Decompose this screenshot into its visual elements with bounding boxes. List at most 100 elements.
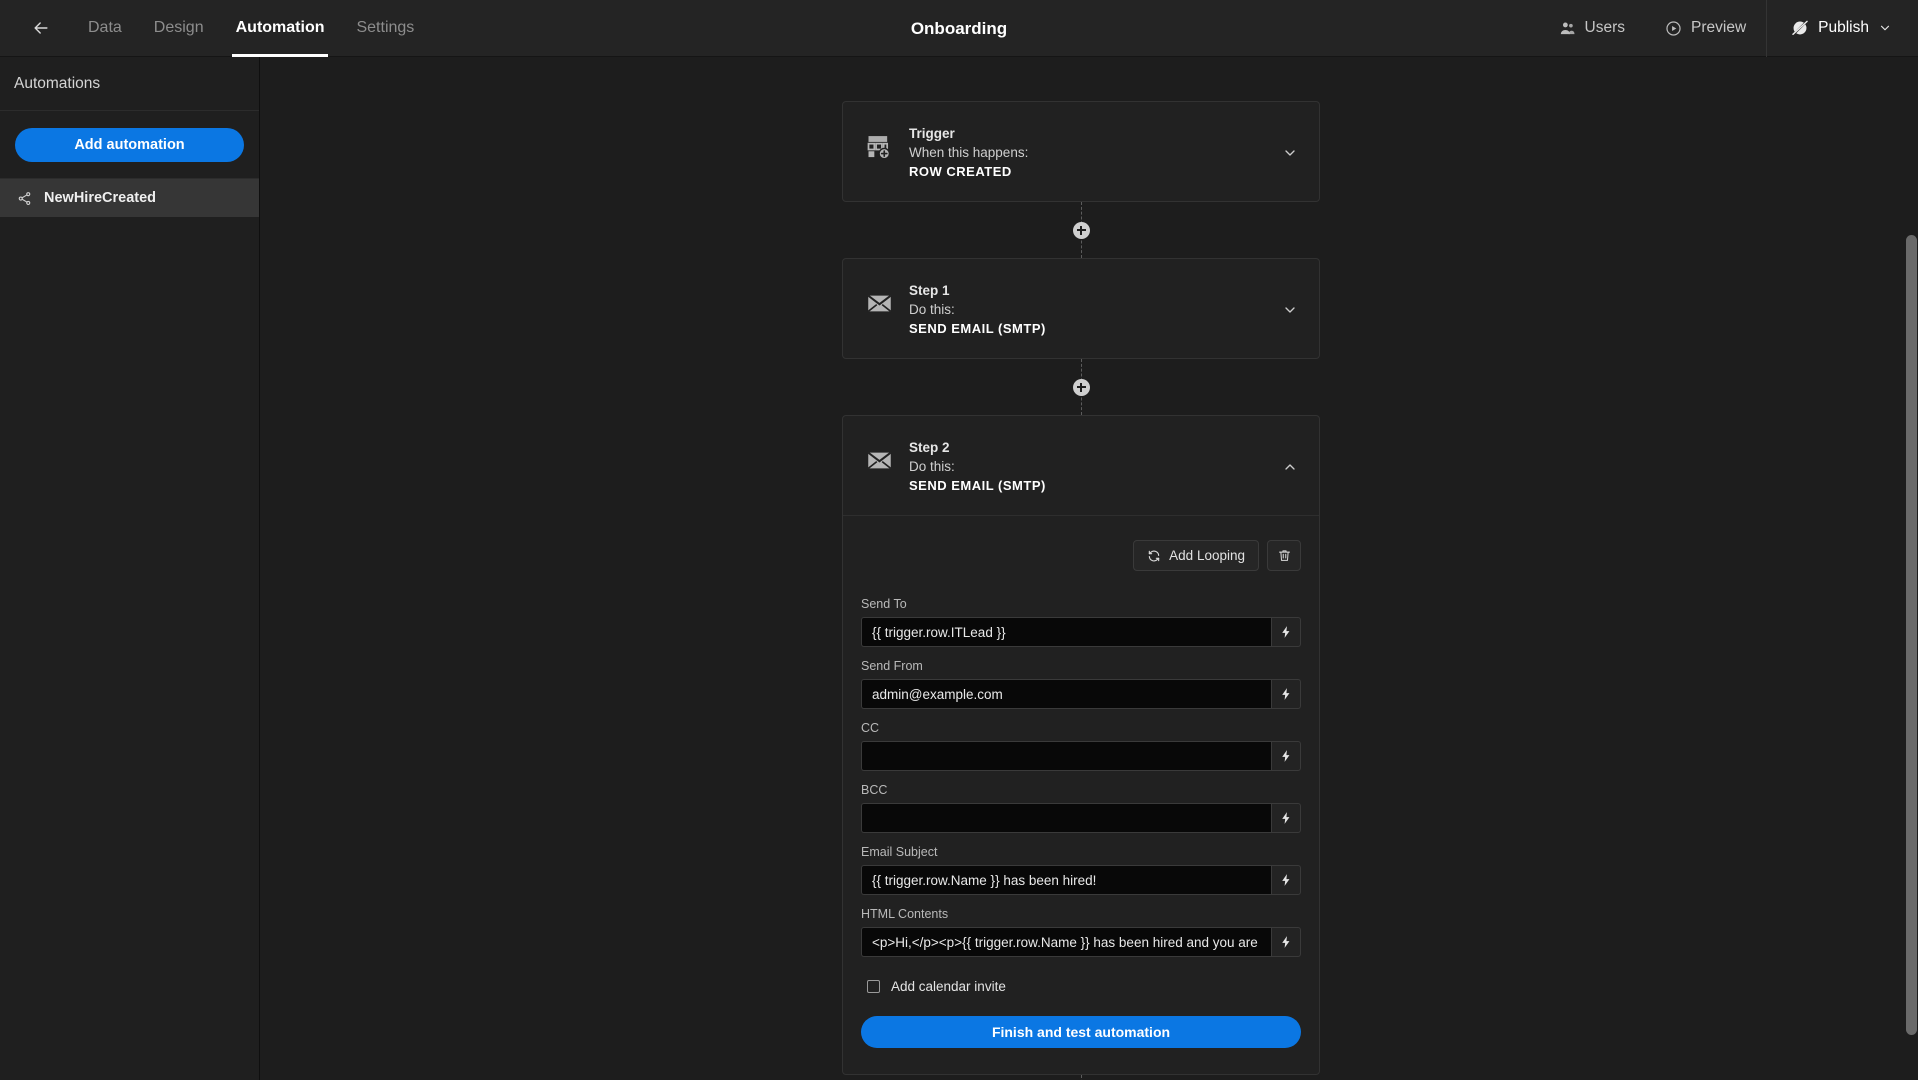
email-subject-input[interactable] (861, 865, 1271, 895)
field-send-to-label: Send To (861, 597, 907, 611)
tab-data[interactable]: Data (72, 0, 138, 57)
step2-card-header[interactable]: Step 2 Do this: SEND EMAIL (SMTP) (843, 416, 1319, 515)
add-calendar-invite-checkbox[interactable] (867, 980, 880, 993)
lightning-bolt-icon (1279, 873, 1293, 887)
step2-title: Step 2 (909, 440, 950, 455)
top-bar-actions: Users Preview Publish (1539, 0, 1918, 57)
share-nodes-icon (17, 191, 32, 206)
send-to-input[interactable] (861, 617, 1271, 647)
add-step-button-2[interactable] (1072, 378, 1090, 396)
add-automation-wrap: Add automation (0, 111, 259, 178)
flow-connector-2 (261, 359, 1901, 415)
send-to-binding-button[interactable] (1271, 617, 1301, 647)
step1-expand-chevron-down-icon[interactable] (1281, 301, 1299, 319)
canvas-scrollbar-track[interactable] (1904, 57, 1918, 1080)
tab-design[interactable]: Design (138, 0, 220, 57)
bcc-binding-button[interactable] (1271, 803, 1301, 833)
html-contents-input[interactable] (861, 927, 1271, 957)
field-html-contents: HTML Contents (861, 907, 1301, 957)
lightning-bolt-icon (1279, 625, 1293, 639)
chevron-down-icon[interactable] (1878, 21, 1892, 35)
flow-node-step-2: Step 2 Do this: SEND EMAIL (SMTP) Add Lo… (842, 415, 1320, 1075)
delete-step-button[interactable] (1267, 540, 1301, 571)
step2-card-text: Step 2 Do this: SEND EMAIL (SMTP) (909, 436, 1301, 495)
flow-node-step-1: Step 1 Do this: SEND EMAIL (SMTP) (842, 258, 1320, 359)
preview-button[interactable]: Preview (1645, 0, 1766, 57)
step2-action: SEND EMAIL (SMTP) (909, 478, 1046, 493)
step1-action: SEND EMAIL (SMTP) (909, 321, 1046, 336)
flow-node-trigger: Trigger When this happens: ROW CREATED (842, 101, 1320, 202)
field-bcc-row (861, 803, 1301, 833)
field-html-contents-row (861, 927, 1301, 957)
trigger-card-text: Trigger When this happens: ROW CREATED (909, 122, 1301, 181)
publish-button[interactable]: Publish (1766, 0, 1918, 57)
field-email-subject-label: Email Subject (861, 845, 938, 859)
step2-collapse-chevron-up-icon[interactable] (1281, 458, 1299, 476)
trigger-action: ROW CREATED (909, 164, 1012, 179)
email-subject-binding-button[interactable] (1271, 865, 1301, 895)
send-from-input[interactable] (861, 679, 1271, 709)
field-cc-label: CC (861, 721, 880, 735)
step1-subtitle: Do this: (909, 302, 955, 317)
table-row-add-icon (863, 130, 895, 162)
add-calendar-invite-row[interactable]: Add calendar invite (861, 979, 1301, 994)
send-from-binding-button[interactable] (1271, 679, 1301, 709)
tab-settings[interactable]: Settings (340, 0, 430, 57)
field-email-subject-row (861, 865, 1301, 895)
step1-card-header[interactable]: Step 1 Do this: SEND EMAIL (SMTP) (843, 259, 1319, 358)
step2-toolbar: Add Looping (861, 540, 1301, 571)
sidebar-item-label: NewHireCreated (44, 190, 157, 206)
field-send-to-row (861, 617, 1301, 647)
field-email-subject: Email Subject (861, 845, 1301, 895)
automation-canvas: Trigger When this happens: ROW CREATED S… (261, 57, 1918, 1080)
lightning-bolt-icon (1279, 811, 1293, 825)
users-label: Users (1584, 19, 1626, 36)
loop-icon (1147, 549, 1161, 563)
step2-card-body: Add Looping Send To {{trigger.row.ITLea… (843, 515, 1319, 1074)
play-circle-icon (1665, 20, 1682, 37)
add-looping-button[interactable]: Add Looping (1133, 540, 1259, 571)
step2-subtitle: Do this: (909, 459, 955, 474)
envelope-icon (863, 287, 895, 319)
cc-binding-button[interactable] (1271, 741, 1301, 771)
field-bcc: BCC (861, 783, 1301, 833)
bcc-input[interactable] (861, 803, 1271, 833)
add-step-button-1[interactable] (1072, 221, 1090, 239)
field-send-from: Send From (861, 659, 1301, 709)
trigger-expand-chevron-down-icon[interactable] (1281, 144, 1299, 162)
envelope-icon (863, 444, 895, 476)
users-icon (1559, 20, 1576, 37)
sidebar-heading: Automations (0, 57, 259, 111)
field-send-to: Send To (861, 597, 1301, 647)
top-bar: Data Design Automation Settings Onboardi… (0, 0, 1918, 57)
lightning-bolt-icon (1279, 935, 1293, 949)
cc-input[interactable] (861, 741, 1271, 771)
automation-list: NewHireCreated (0, 178, 259, 217)
automations-sidebar: Automations Add automation NewHireCreate… (0, 57, 260, 1080)
publish-label: Publish (1818, 19, 1869, 36)
tab-automation[interactable]: Automation (220, 0, 341, 57)
flow-connector-3 (261, 1075, 1901, 1080)
canvas-scrollbar-thumb[interactable] (1906, 235, 1917, 1035)
users-button[interactable]: Users (1539, 0, 1645, 57)
step1-title: Step 1 (909, 283, 950, 298)
flow-connector-1 (261, 202, 1901, 258)
field-cc: CC (861, 721, 1301, 771)
lightning-bolt-icon (1279, 687, 1293, 701)
finish-and-test-automation-button[interactable]: Finish and test automation (861, 1016, 1301, 1048)
add-calendar-invite-label: Add calendar invite (891, 979, 1006, 994)
add-automation-button[interactable]: Add automation (15, 128, 244, 162)
nav-tabs: Data Design Automation Settings (72, 0, 430, 57)
field-send-from-row (861, 679, 1301, 709)
field-cc-row (861, 741, 1301, 771)
lightning-bolt-icon (1279, 749, 1293, 763)
trigger-card-header[interactable]: Trigger When this happens: ROW CREATED (843, 102, 1319, 201)
automation-flow: Trigger When this happens: ROW CREATED S… (261, 57, 1901, 1080)
arrow-left-icon (31, 18, 51, 38)
back-button[interactable] (26, 13, 56, 43)
sidebar-item-newhirecreated[interactable]: NewHireCreated (0, 179, 259, 217)
html-contents-binding-button[interactable] (1271, 927, 1301, 957)
field-html-contents-label: HTML Contents (861, 907, 949, 921)
field-bcc-label: BCC (861, 783, 888, 797)
step1-card-text: Step 1 Do this: SEND EMAIL (SMTP) (909, 279, 1301, 338)
